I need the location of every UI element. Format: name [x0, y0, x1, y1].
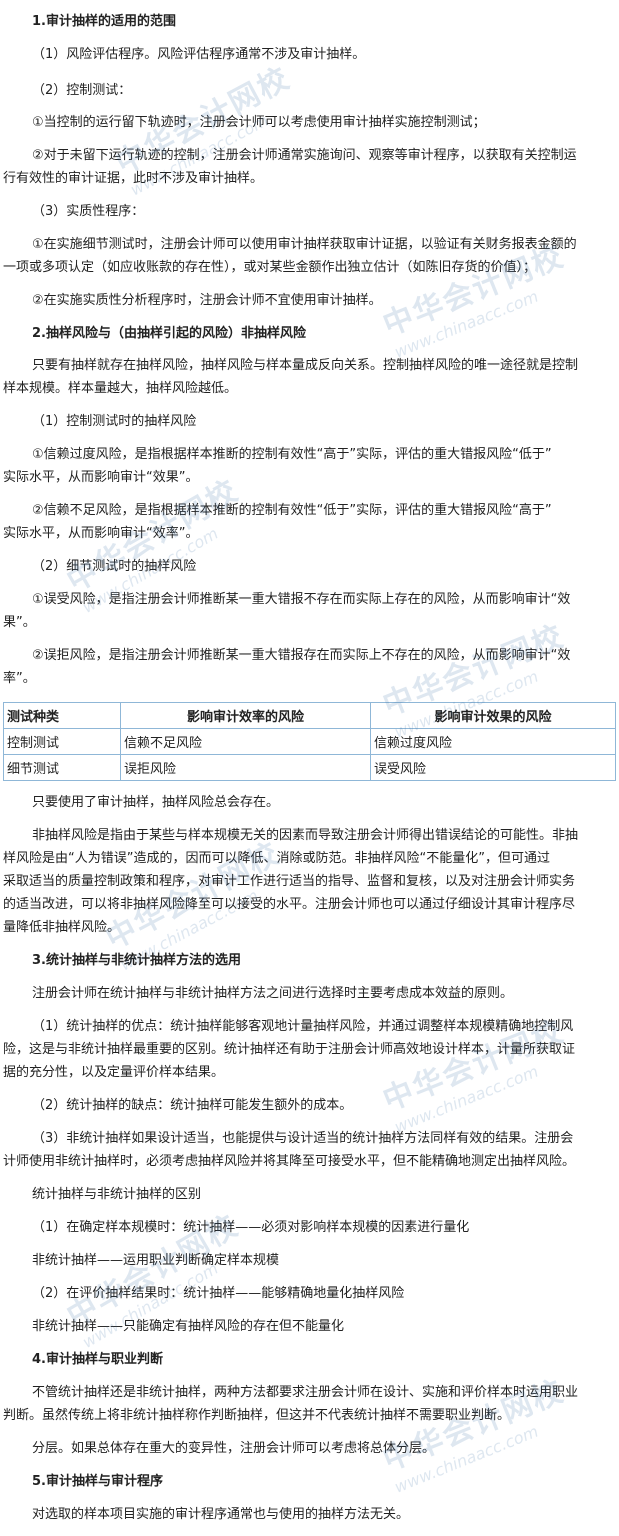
- paragraph: （1）统计抽样的优点：统计抽样能够客观地计量抽样风险，并通过调整样本规模精确地控…: [32, 1019, 574, 1034]
- paragraph: 险，这是与非统计抽样最重要的区别。统计抽样还有助于注册会计师高效地设计样本，计量…: [3, 1042, 576, 1057]
- table-cell: 控制测试: [3, 728, 121, 755]
- watermark-url: www.chinaacc.com: [391, 1061, 541, 1137]
- paragraph: 统计抽样与非统计抽样的区别: [32, 1187, 202, 1202]
- paragraph: 样本规模。样本量越大，抽样风险越低。: [3, 381, 238, 396]
- paragraph: （2）细节测试时的抽样风险: [32, 559, 197, 574]
- paragraph: 样风险是由“人为错误”造成的，因而可以降低、消除或防范。非抽样风险“不能量化”，…: [3, 851, 550, 866]
- paragraph: 率”。: [3, 671, 36, 686]
- paragraph: ②在实施实质性分析程序时，注册会计师不宜使用审计抽样。: [32, 293, 382, 308]
- paragraph: 果”。: [3, 615, 36, 630]
- section-1-title: 1.审计抽样的适用的范围: [32, 14, 176, 29]
- paragraph: 判断。虽然传统上将非统计抽样称作判断抽样，但这并不代表统计抽样不需要职业判断。: [3, 1408, 511, 1423]
- watermark-url: www.chinaacc.com: [391, 286, 541, 362]
- paragraph: 一项或多项认定（如应收账款的存在性），或对某些金额作出独立估计（如陈旧存货的价值…: [3, 260, 537, 275]
- table-row: 控制测试 信赖不足风险 信赖过度风险: [3, 728, 616, 755]
- paragraph: 计师使用非统计抽样时，必须考虑抽样风险并将其降至可接受水平，但不能精确地测定出抽…: [3, 1154, 576, 1169]
- paragraph: ①在实施细节测试时，注册会计师可以使用审计抽样获取审计证据，以验证有关财务报表金…: [32, 237, 577, 252]
- paragraph: 对选取的样本项目实施的审计程序通常也与使用的抽样方法无关。: [32, 1507, 410, 1522]
- paragraph: 非抽样风险是指由于某些与样本规模无关的因素而导致注册会计师得出错误结论的可能性。…: [32, 828, 579, 843]
- paragraph: 只要有抽样就存在抽样风险，抽样风险与样本量成反向关系。控制抽样风险的唯一途径就是…: [32, 358, 579, 373]
- paragraph: （1）在确定样本规模时：统计抽样——必须对影响样本规模的因素进行量化: [32, 1220, 470, 1235]
- paragraph: （1）控制测试时的抽样风险: [32, 414, 197, 429]
- table-header-cell: 影响审计效率的风险: [120, 702, 371, 729]
- table-cell: 细节测试: [3, 754, 121, 781]
- paragraph: 采取适当的质量控制政策和程序，对审计工作进行适当的指导、监督和复核，以及对注册会…: [3, 874, 576, 889]
- paragraph: （2）统计抽样的缺点：统计抽样可能发生额外的成本。: [32, 1098, 353, 1113]
- paragraph: 的适当改进，可以将非抽样风险降至可以接受的水平。注册会计师也可以通过仔细设计其审…: [3, 897, 576, 912]
- paragraph: 非统计抽样——只能确定有抽样风险的存在但不能量化: [32, 1319, 345, 1334]
- paragraph: ②对于未留下运行轨迹的控制，注册会计师通常实施询问、观察等审计程序，以获取有关控…: [32, 148, 577, 163]
- paragraph: （2）控制测试：: [32, 83, 132, 98]
- paragraph: ②误拒风险，是指注册会计师推断某一重大错报存在而实际上不存在的风险，从而影响审计…: [32, 648, 571, 663]
- watermark-text: 中华会计网校: [100, 835, 287, 957]
- paragraph: 只要使用了审计抽样，抽样风险总会存在。: [32, 795, 280, 810]
- paragraph: 注册会计师在统计抽样与非统计抽样方法之间进行选择时主要考虑成本效益的原则。: [32, 986, 514, 1001]
- table-cell: 信赖不足风险: [120, 728, 371, 755]
- paragraph: 据的充分性，以及定量评价样本结果。: [3, 1065, 225, 1080]
- risk-comparison-table: 测试种类 影响审计效率的风险 影响审计效果的风险 控制测试 信赖不足风险 信赖过…: [3, 702, 616, 781]
- paragraph: 行有效性的审计证据，此时不涉及审计抽样。: [3, 171, 264, 186]
- paragraph: 不管统计抽样还是非统计抽样，两种方法都要求注册会计师在设计、实施和评价样本时运用…: [32, 1385, 579, 1400]
- table-header-cell: 测试种类: [3, 702, 121, 729]
- paragraph: 实际水平，从而影响审计“效率”。: [3, 526, 199, 541]
- table-row: 细节测试 误拒风险 误受风险: [3, 754, 616, 781]
- table-cell: 误受风险: [370, 754, 616, 781]
- paragraph: 量降低非抽样风险。: [3, 920, 121, 935]
- table-header-row: 测试种类 影响审计效率的风险 影响审计效果的风险: [3, 702, 616, 729]
- paragraph: ①当控制的运行留下轨迹时，注册会计师可以考虑使用审计抽样实施控制测试；: [32, 115, 486, 130]
- paragraph: （2）在评价抽样结果时：统计抽样——能够精确地量化抽样风险: [32, 1286, 405, 1301]
- paragraph: 分层。如果总体存在重大的变异性，注册会计师可以考虑将总体分层。: [32, 1441, 436, 1456]
- paragraph: （3）非统计抽样如果设计适当，也能提供与设计适当的统计抽样方法同样有效的结果。注…: [32, 1131, 574, 1146]
- section-2-title: 2.抽样风险与（由抽样引起的风险）非抽样风险: [32, 326, 306, 341]
- section-3-title: 3.统计抽样与非统计抽样方法的选用: [32, 953, 241, 968]
- paragraph: 非统计抽样——运用职业判断确定样本规模: [32, 1253, 280, 1268]
- paragraph: ①信赖过度风险，是指根据样本推断的控制有效性“高于”实际，评估的重大错报风险“低…: [32, 447, 552, 462]
- paragraph: 实际水平，从而影响审计“效果”。: [3, 470, 199, 485]
- section-5-title: 5.审计抽样与审计程序: [32, 1474, 163, 1489]
- table-cell: 信赖过度风险: [370, 728, 616, 755]
- paragraph: ②信赖不足风险，是指根据样本推断的控制有效性“低于”实际，评估的重大错报风险“高…: [32, 503, 552, 518]
- table-header-cell: 影响审计效果的风险: [370, 702, 616, 729]
- paragraph: ①误受风险，是指注册会计师推断某一重大错报不存在而实际上存在的风险，从而影响审计…: [32, 592, 571, 607]
- section-4-title: 4.审计抽样与职业判断: [32, 1352, 163, 1367]
- paragraph: （1）风险评估程序。风险评估程序通常不涉及审计抽样。: [32, 47, 366, 62]
- table-cell: 误拒风险: [120, 754, 371, 781]
- paragraph: （3）实质性程序：: [32, 204, 145, 219]
